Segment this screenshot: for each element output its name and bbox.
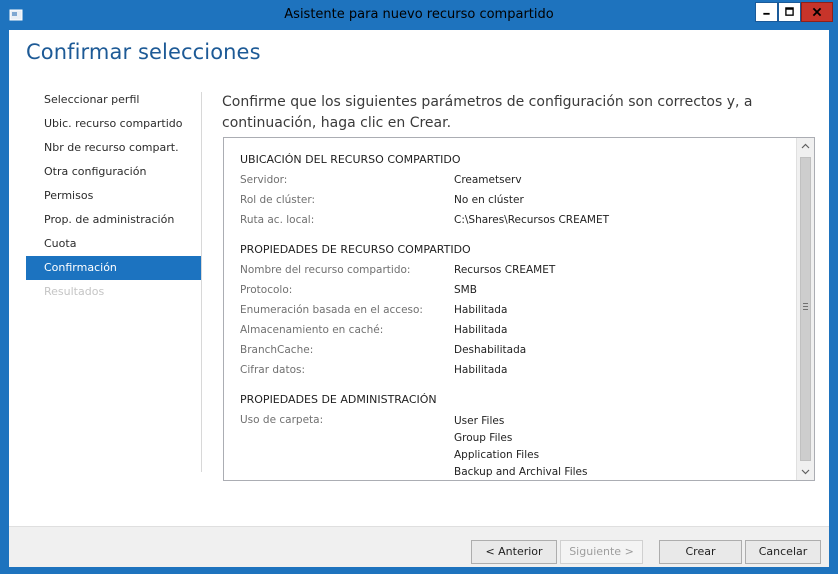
summary-row: Servidor: Creametserv [240,170,795,190]
maximize-icon [785,7,794,16]
intro-text: Confirme que los siguientes parámetros d… [222,94,753,131]
nav-step-4[interactable]: Permisos [26,184,201,208]
maximize-button[interactable] [778,2,801,22]
summary-row: Nombre del recurso compartido: Recursos C… [240,260,795,280]
create-button[interactable]: Crear [659,540,742,564]
summary-row-label: Cifrar datos: [240,364,305,376]
summary-row-label: Nombre del recurso compartido: [240,264,411,276]
close-icon [812,7,822,17]
summary-row-value: Recursos CREAMET [454,264,556,276]
summary-row-value: Group Files [454,432,513,444]
summary-row-value: Creametserv [454,174,522,186]
summary-row-label: Uso de carpeta: [240,414,324,426]
summary-section: PROPIEDADES DE ADMINISTRACIÓN Uso de carp… [240,390,795,480]
nav-step-6[interactable]: Cuota [26,232,201,256]
summary-row: Protocolo: SMB [240,280,795,300]
window-title: Asistente para nuevo recurso compartido [284,7,554,22]
section-title: PROPIEDADES DE ADMINISTRACIÓN [240,393,437,406]
summary-row-label: Enumeración basada en el acceso: [240,304,423,316]
summary-row-value: Backup and Archival Files [454,466,588,478]
summary-row-label: Rol de clúster: [240,194,316,206]
nav-step-2[interactable]: Nbr de recurso compart. [26,136,201,160]
page-title: Confirmar selecciones [26,40,261,64]
summary-section: PROPIEDADES DE RECURSO COMPARTIDO Nombre … [240,240,795,380]
summary-row: Ruta ac. local: C:\Shares\Recursos CREAME… [240,210,795,230]
wizard-window: Asistente para nuevo recurso compartido … [0,0,838,574]
cancel-button[interactable]: Cancelar [745,540,821,564]
nav-divider [201,92,202,472]
summary-row-label: Ruta ac. local: [240,214,315,226]
summary-section: UBICACIÓN DEL RECURSO COMPARTIDO Servidor… [240,150,795,230]
summary-content: UBICACIÓN DEL RECURSO COMPARTIDO Servidor… [240,150,795,480]
summary-row-label: Almacenamiento en caché: [240,324,384,336]
summary-row-label: Servidor: [240,174,288,186]
summary-row-value: Deshabilitada [454,344,527,356]
nav-step-8: Resultados [44,285,105,298]
scroll-up-arrow-icon[interactable] [797,138,814,155]
summary-row: Almacenamiento en caché: Habilitada [240,320,795,340]
summary-row-value: Habilitada [454,304,508,316]
minimize-button[interactable] [755,2,778,22]
summary-row-value: No en clúster [454,194,524,206]
summary-row: Uso de carpeta: User Files Group Files Appl… [240,410,795,480]
confirmation-summary-panel[interactable]: UBICACIÓN DEL RECURSO COMPARTIDO Servidor… [223,137,815,481]
section-title: PROPIEDADES DE RECURSO COMPARTIDO [240,243,471,256]
summary-row-values: User Files Group Files Application Files Ba… [454,410,795,480]
summary-row-label: BranchCache: [240,344,314,356]
summary-row-value: C:\Shares\Recursos CREAMET [454,214,609,226]
nav-step-7[interactable]: Confirmación [26,256,201,280]
summary-row-value: SMB [454,284,477,296]
title-bar[interactable]: Asistente para nuevo recurso compartido [0,0,838,30]
summary-row-value: User Files [454,415,505,427]
nav-step-0[interactable]: Seleccionar perfil [26,88,201,112]
close-button[interactable] [801,2,833,22]
summary-row-label: Protocolo: [240,284,293,296]
scroll-grip-icon [803,303,808,310]
summary-row: Enumeración basada en el acceso: Habilita… [240,300,795,320]
minimize-icon [763,12,770,15]
section-title: UBICACIÓN DEL RECURSO COMPARTIDO [240,153,461,166]
summary-row-value: Habilitada [454,324,508,336]
scroll-thumb[interactable] [800,157,811,461]
next-button[interactable]: Siguiente > [560,540,643,564]
nav-step-5[interactable]: Prop. de administración [26,208,201,232]
nav-step-1[interactable]: Ubic. recurso compartido [26,112,201,136]
wizard-footer: < Anterior Siguiente > Crear Cancelar [9,526,829,567]
scroll-down-arrow-icon[interactable] [797,463,814,480]
summary-row: Cifrar datos: Habilitada [240,360,795,380]
summary-row: Rol de clúster: No en clúster [240,190,795,210]
wizard-step-nav: Seleccionar perfil Ubic. recurso comparti… [26,88,201,304]
summary-row: BranchCache: Deshabilitada [240,340,795,360]
nav-step-3[interactable]: Otra configuración [26,160,201,184]
summary-row-value: Habilitada [454,364,508,376]
summary-scrollbar[interactable] [796,138,814,480]
previous-button[interactable]: < Anterior [471,540,557,564]
summary-row-value: Application Files [454,449,540,461]
